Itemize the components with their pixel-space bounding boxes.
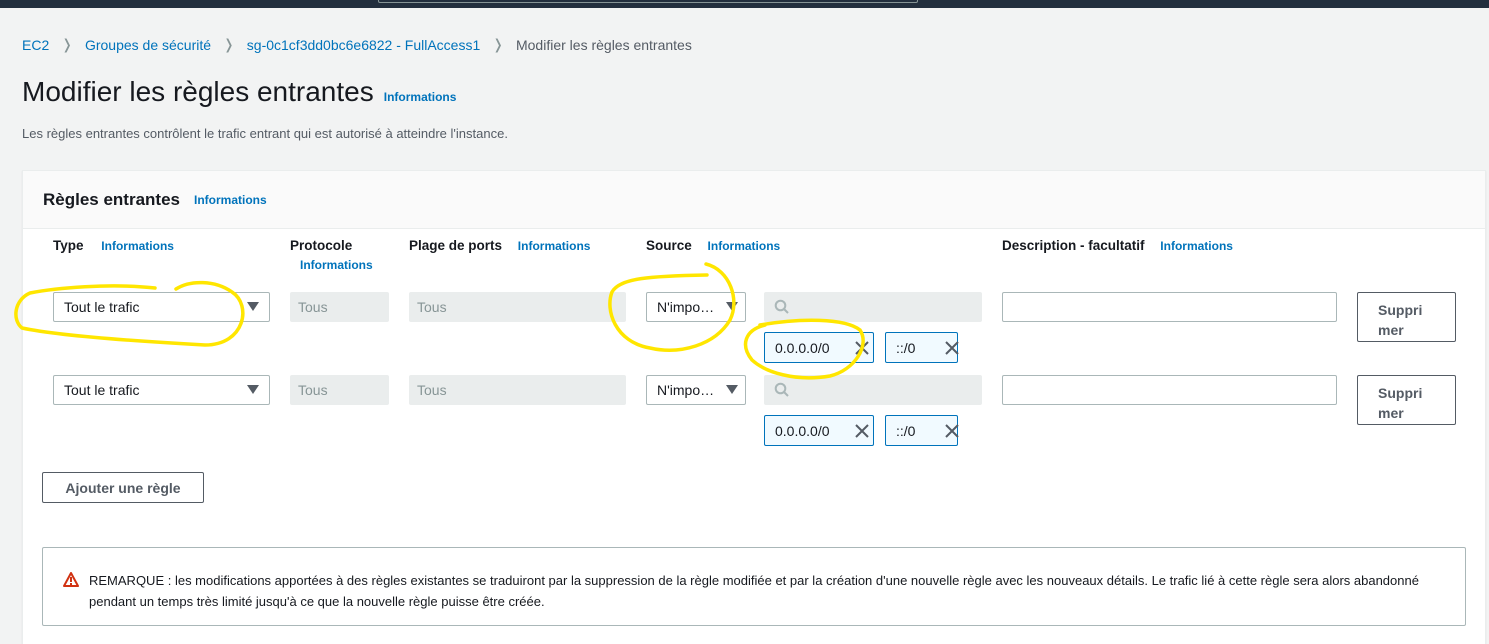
close-icon[interactable] [943, 339, 961, 357]
cidr-search-input[interactable] [764, 292, 982, 322]
column-type: Type Informations [53, 238, 174, 253]
description-input[interactable] [1002, 292, 1337, 322]
description-input[interactable] [1002, 375, 1337, 405]
source-select-value: N'impo… [657, 382, 715, 398]
port-range-info-link[interactable]: Informations [518, 239, 591, 253]
protocol-field: Tous [290, 292, 389, 322]
chevron-right-icon: ❭ [61, 36, 73, 52]
top-navigation-bar [0, 0, 1489, 8]
delete-rule-button[interactable]: Suppri mer [1357, 292, 1456, 342]
chevron-right-icon: ❭ [223, 36, 235, 52]
page-info-link[interactable]: Informations [384, 90, 457, 104]
column-source-label: Source [646, 238, 692, 253]
caret-down-icon [726, 385, 738, 394]
type-select-value: Tout le trafic [64, 382, 140, 398]
cidr-token: ::/0 [885, 415, 961, 446]
column-protocol: Protocole [290, 238, 353, 253]
page-description: Les règles entrantes contrôlent le trafi… [22, 126, 508, 141]
source-select[interactable]: N'impo… [646, 292, 746, 322]
panel-title: Règles entrantes [43, 189, 180, 209]
breadcrumb-security-groups[interactable]: Groupes de sécurité [85, 37, 211, 53]
panel-info-link[interactable]: Informations [194, 193, 267, 207]
port-range-field: Tous [409, 292, 626, 322]
caret-down-icon [726, 302, 738, 311]
breadcrumb-security-group[interactable]: sg-0c1cf3dd0bc6e6822 - FullAccess1 [247, 37, 480, 53]
warning-icon [63, 572, 79, 587]
column-port-range-label: Plage de ports [409, 238, 503, 253]
delete-label: Suppri [1378, 302, 1423, 318]
protocol-info-link[interactable]: Informations [300, 258, 373, 272]
delete-label: Suppri [1378, 385, 1423, 401]
protocol-field: Tous [290, 375, 389, 405]
search-icon [774, 299, 789, 314]
warning-notice: REMARQUE : les modifications apportées à… [42, 547, 1466, 626]
type-info-link[interactable]: Informations [101, 239, 174, 253]
add-rule-button[interactable]: Ajouter une règle [42, 472, 204, 503]
page-title: Modifier les règles entrantes [22, 76, 374, 107]
delete-rule-button[interactable]: Suppri mer [1357, 375, 1456, 425]
close-icon[interactable] [853, 422, 871, 440]
warning-notice-text: REMARQUE : les modifications apportées à… [89, 573, 1419, 609]
column-description: Description - facultatif Informations [1002, 238, 1233, 253]
cidr-token: 0.0.0.0/0 [764, 415, 874, 446]
type-select[interactable]: Tout le trafic [53, 292, 270, 322]
type-select[interactable]: Tout le trafic [53, 375, 270, 405]
close-icon[interactable] [853, 339, 871, 357]
cidr-token-label: ::/0 [896, 422, 916, 439]
cidr-token-label: 0.0.0.0/0 [775, 422, 830, 439]
chevron-right-icon: ❭ [492, 36, 504, 52]
cidr-token: 0.0.0.0/0 [764, 332, 874, 363]
column-port-range: Plage de ports Informations [409, 238, 590, 253]
breadcrumb-current: Modifier les règles entrantes [515, 36, 692, 53]
delete-label: mer [1378, 405, 1404, 421]
port-range-field: Tous [409, 375, 626, 405]
close-icon[interactable] [943, 422, 961, 440]
cidr-search-input[interactable] [764, 375, 982, 405]
search-icon [774, 382, 789, 397]
inbound-rules-panel: Règles entrantes Informations Type Infor… [22, 170, 1486, 644]
cidr-token-label: 0.0.0.0/0 [775, 339, 830, 356]
description-info-link[interactable]: Informations [1160, 239, 1233, 253]
column-type-label: Type [53, 238, 84, 253]
source-select[interactable]: N'impo… [646, 375, 746, 405]
global-search-input[interactable] [378, 0, 918, 3]
type-select-value: Tout le trafic [64, 299, 140, 315]
source-select-value: N'impo… [657, 299, 715, 315]
breadcrumb-ec2[interactable]: EC2 [22, 37, 49, 53]
source-info-link[interactable]: Informations [708, 239, 781, 253]
delete-label: mer [1378, 322, 1404, 338]
column-source: Source Informations [646, 238, 780, 253]
caret-down-icon [247, 302, 259, 311]
caret-down-icon [247, 385, 259, 394]
column-description-label: Description - facultatif [1002, 238, 1145, 253]
panel-header: Règles entrantes Informations [23, 171, 1485, 229]
page-header: Modifier les règles entrantes Informatio… [22, 76, 456, 108]
cidr-token: ::/0 [885, 332, 961, 363]
breadcrumb: EC2 ❭ Groupes de sécurité ❭ sg-0c1cf3dd0… [22, 36, 692, 53]
cidr-token-label: ::/0 [896, 339, 916, 356]
